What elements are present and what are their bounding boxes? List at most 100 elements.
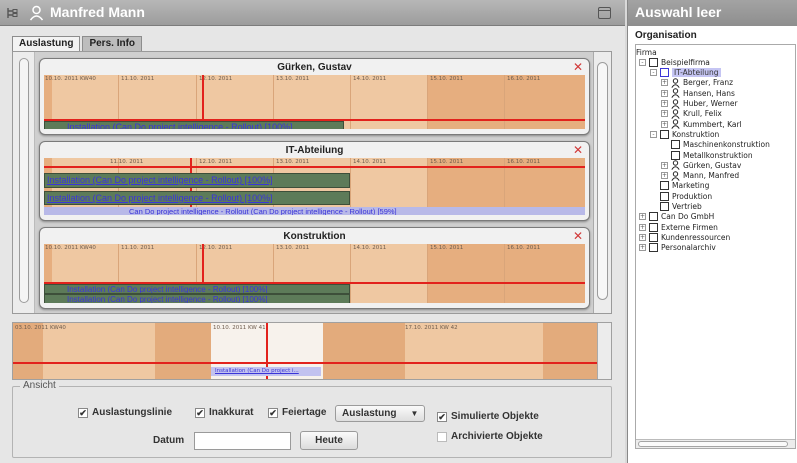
- overview-chart[interactable]: 03.10. 2011 KW40 10.10. 2011 KW 41 17.10…: [12, 322, 612, 380]
- tree-person-node[interactable]: + Krull, Felix: [661, 109, 722, 119]
- vertical-scrollbar[interactable]: [593, 52, 611, 313]
- expand-icon[interactable]: +: [661, 100, 668, 107]
- view-mode-dropdown[interactable]: Auslastung ▼: [335, 405, 426, 422]
- tree-person-node[interactable]: + Huber, Werner: [661, 98, 738, 109]
- weekend-shade: [543, 323, 601, 379]
- checkbox-inakkurat[interactable]: ✔: [195, 407, 205, 418]
- tree-folder-node[interactable]: Maschinenkonstruktion: [661, 140, 770, 150]
- date-label: 14.10. 2011: [353, 159, 387, 165]
- tree-folder-node[interactable]: + Can Do GmbH: [639, 212, 714, 222]
- tree-spacer: [661, 151, 668, 159]
- tree-folder-node[interactable]: - Konstruktion: [650, 129, 719, 139]
- checkbox-auslastungslinie[interactable]: ✔: [78, 407, 88, 418]
- horizontal-split-scrollbar[interactable]: [13, 52, 35, 313]
- tab-auslastung[interactable]: Auslastung: [12, 36, 81, 51]
- panel-scroll-area: Gürken, Gustav ✕ 10.10. 2011 KW40 11.10.…: [12, 51, 612, 314]
- checkbox-archivierte[interactable]: [437, 431, 447, 442]
- tree-folder-node[interactable]: - IT-Abteilung: [650, 68, 721, 78]
- date-label: 11.10. 2011: [121, 245, 155, 251]
- tree-folder-node[interactable]: Vertrieb: [650, 202, 702, 212]
- project-bar[interactable]: Can Do project intelligence - Rollout (C…: [44, 207, 585, 215]
- tree-folder-node[interactable]: + Personalarchiv: [639, 243, 716, 253]
- close-icon[interactable]: ✕: [573, 144, 583, 156]
- option-simulierte-objekte[interactable]: ✔ Simulierte Objekte: [437, 411, 539, 422]
- date-input[interactable]: [194, 431, 292, 450]
- tree-folder-node[interactable]: + Kundenressourcen: [639, 232, 730, 242]
- expand-icon[interactable]: +: [661, 120, 668, 128]
- date-label: 11.10. 2011: [121, 76, 155, 82]
- date-label: 10.10. 2011 KW 41: [213, 325, 266, 331]
- hierarchy-icon[interactable]: [6, 7, 18, 19]
- option-auslastungslinie[interactable]: ✔ Auslastungslinie: [78, 407, 172, 418]
- panel-title: IT-Abteilung: [285, 145, 344, 156]
- scroll-thumb[interactable]: [638, 441, 788, 447]
- expand-icon[interactable]: +: [639, 223, 646, 231]
- tree-person-node[interactable]: + Hansen, Hans: [661, 88, 735, 99]
- tree-node-label: Personalarchiv: [661, 243, 716, 253]
- scroll-thumb[interactable]: [597, 62, 608, 300]
- collapse-icon[interactable]: -: [639, 58, 646, 66]
- tree-person-node[interactable]: + Berger, Franz: [661, 78, 733, 88]
- checkbox-simulierte[interactable]: ✔: [437, 411, 447, 422]
- view-mode-select[interactable]: Auslastung ▼: [335, 405, 426, 422]
- tree-node-label: Can Do GmbH: [661, 212, 715, 222]
- org-unit-icon: [660, 202, 669, 211]
- task-bar[interactable]: Installation (Can Do project intelligenc…: [44, 284, 350, 294]
- window-icon[interactable]: [598, 7, 611, 19]
- tree-person-node[interactable]: + Mann, Manfred: [661, 170, 739, 181]
- task-bar[interactable]: Installation (Can Do project i...: [211, 367, 321, 376]
- view-options-group: Ansicht ✔ Auslastungslinie ✔ Inakkurat ✔…: [12, 380, 612, 458]
- tree-person-node[interactable]: + Kummbert, Karl: [661, 119, 742, 129]
- date-label: 15.10. 2011: [430, 245, 464, 251]
- collapse-icon[interactable]: -: [650, 130, 657, 138]
- tree-folder-node[interactable]: + Externe Firmen: [639, 222, 718, 232]
- expand-icon[interactable]: +: [661, 110, 668, 118]
- tree-node-label: Huber, Werner: [683, 99, 738, 108]
- tree-folder-node[interactable]: Firma: [636, 47, 657, 57]
- date-label: 10.10. 2011 KW40: [45, 245, 96, 251]
- tree-folder-node[interactable]: Produktion: [650, 191, 712, 201]
- close-icon[interactable]: ✕: [573, 61, 583, 73]
- tree-node-label: Produktion: [672, 191, 713, 201]
- task-bar[interactable]: Installation (Can Do project intelligenc…: [44, 121, 344, 129]
- date-label: 17.10. 2011 KW 42: [405, 325, 458, 331]
- option-inakkurat[interactable]: ✔ Inakkurat: [195, 407, 253, 418]
- expand-icon[interactable]: +: [639, 233, 646, 241]
- org-unit-icon: [660, 68, 669, 78]
- task-bar[interactable]: Installation (Can Do project intelligenc…: [44, 294, 350, 303]
- expand-icon[interactable]: +: [639, 213, 646, 221]
- organisation-tree[interactable]: + Personalarchiv + Kundenressourcen + Externe…: [635, 44, 796, 449]
- tree-horizontal-scrollbar[interactable]: [636, 439, 795, 448]
- tree-folder-node[interactable]: - Beispielfirma: [639, 57, 710, 67]
- tree-folder-node[interactable]: Metallkonstruktion: [661, 150, 753, 160]
- checkbox-label: Feiertage: [282, 407, 327, 418]
- tree-spacer: [650, 182, 657, 190]
- load-chart: 10.10. 2011 KW40 11.10. 2011 12.10. 2011…: [44, 75, 585, 129]
- close-icon[interactable]: ✕: [573, 230, 583, 242]
- selection-pane: Auswahl leer Organisation + Personalarchi…: [627, 0, 797, 463]
- option-archivierte-objekte[interactable]: Archivierte Objekte: [437, 431, 543, 442]
- tab-pers-info[interactable]: Pers. Info: [82, 36, 143, 51]
- expand-icon[interactable]: +: [639, 244, 646, 252]
- today-button[interactable]: Heute: [300, 431, 358, 450]
- scroll-thumb[interactable]: [19, 58, 29, 303]
- task-bar[interactable]: Installation (Can Do project intelligenc…: [44, 173, 350, 188]
- tree-person-node[interactable]: + Gürken, Gustav: [661, 160, 741, 171]
- expand-icon[interactable]: +: [661, 79, 668, 87]
- overview-scrollbar[interactable]: [597, 323, 611, 379]
- date-label: 11.10. 2011: [110, 159, 144, 165]
- date-label: 15.10. 2011: [430, 76, 464, 82]
- person-icon: [671, 98, 680, 109]
- task-bar[interactable]: Installation (Can Do project intelligenc…: [44, 191, 350, 205]
- expand-icon[interactable]: +: [661, 172, 668, 180]
- expand-icon[interactable]: +: [661, 161, 668, 169]
- selection-title: Auswahl leer: [635, 4, 722, 20]
- collapse-icon[interactable]: -: [650, 69, 657, 77]
- tab-bar: Auslastung Pers. Info: [12, 36, 144, 51]
- load-chart: 11.10. 2011 12.10. 2011 13.10. 2011 14.1…: [44, 158, 585, 215]
- date-label: 12.10. 2011: [199, 159, 233, 165]
- expand-icon[interactable]: +: [661, 89, 668, 97]
- checkbox-feiertage[interactable]: ✔: [268, 407, 278, 418]
- tree-folder-node[interactable]: Marketing: [650, 181, 709, 191]
- option-feiertage[interactable]: ✔ Feiertage: [268, 407, 326, 418]
